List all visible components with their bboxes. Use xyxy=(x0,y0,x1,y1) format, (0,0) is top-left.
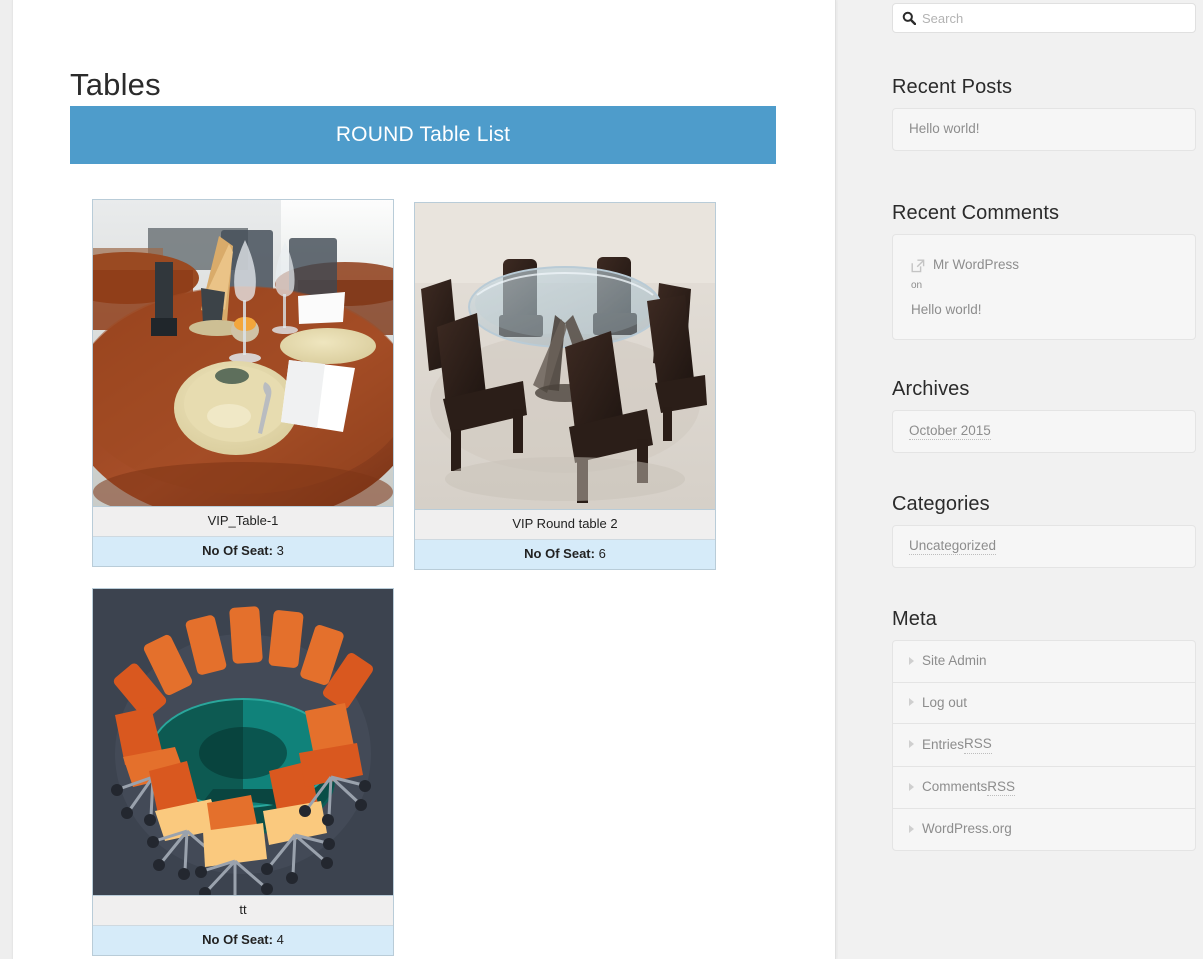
left-gutter xyxy=(0,0,12,959)
main-content-panel: Tables ROUND Table List VIP_Table-1 No O… xyxy=(12,0,836,959)
widget-recent-comments: Recent Comments Mr WordPress on Hello wo… xyxy=(892,201,1196,340)
meta-item-label: Comments xyxy=(922,779,988,795)
archives-item[interactable]: October 2015 xyxy=(893,411,1195,452)
recent-comment-on-label: on xyxy=(911,280,923,291)
recent-post-label: Hello world! xyxy=(909,121,980,136)
table-card-name: tt xyxy=(93,896,393,926)
meta-item-comments-rss[interactable]: Comments RSS xyxy=(893,765,1195,809)
triangle-bullet-icon xyxy=(909,824,914,833)
triangle-bullet-icon xyxy=(909,782,914,791)
recent-comment-item[interactable]: Mr WordPress xyxy=(911,257,1177,278)
recent-comment-author: Mr WordPress xyxy=(933,257,1020,272)
recent-post-item[interactable]: Hello world! xyxy=(893,109,1195,150)
round-table-list-header-label: ROUND Table List xyxy=(335,123,511,146)
table-card-seats-value: 4 xyxy=(276,931,284,947)
meta-item-entries-rss[interactable]: Entries RSS xyxy=(893,723,1195,766)
widget-title-recent-posts: Recent Posts xyxy=(892,76,1013,98)
search-widget[interactable] xyxy=(892,3,1196,33)
recent-comment-post-link[interactable]: Hello world! xyxy=(911,301,1177,319)
table-card[interactable]: VIP_Table-1 No Of Seat: 3 xyxy=(92,199,394,568)
triangle-bullet-icon xyxy=(909,698,914,707)
table-card-name: VIP Round table 2 xyxy=(415,510,715,540)
archives-link[interactable]: October 2015 xyxy=(909,423,991,440)
external-link-icon xyxy=(911,259,925,278)
recent-comments-list: Mr WordPress on Hello world! xyxy=(892,234,1196,340)
meta-item-label: Site Admin xyxy=(922,653,987,668)
widget-categories: Categories Uncategorized xyxy=(892,492,1196,568)
widget-title-meta: Meta xyxy=(892,608,937,630)
search-icon xyxy=(902,11,916,25)
page-root: Tables ROUND Table List VIP_Table-1 No O… xyxy=(0,0,1203,959)
meta-item-label: Log out xyxy=(922,694,968,710)
round-table-list-header: ROUND Table List xyxy=(70,106,776,164)
table-card-seats-value: 6 xyxy=(598,545,606,561)
table-card-name: VIP_Table-1 xyxy=(93,507,393,537)
categories-list: Uncategorized xyxy=(892,525,1196,568)
table-card-image-glass-round-table-with-chairs-render[interactable] xyxy=(415,203,715,510)
table-card-image-restaurant-table-setting-photo[interactable] xyxy=(93,200,393,507)
table-card-seats-label: No Of Seat: xyxy=(524,545,595,561)
table-card-image-isometric-conference-round-table-illustration[interactable] xyxy=(93,589,393,896)
meta-item-wordpress-org[interactable]: WordPress.org xyxy=(893,808,1195,850)
table-card[interactable]: tt No Of Seat: 4 xyxy=(92,588,394,957)
widget-title-categories: Categories xyxy=(892,493,990,515)
widget-recent-posts: Recent Posts Hello world! xyxy=(892,75,1196,151)
categories-item[interactable]: Uncategorized xyxy=(893,526,1195,567)
recent-posts-list: Hello world! xyxy=(892,108,1196,151)
table-card-seats: No Of Seat: 4 xyxy=(93,925,393,956)
widget-meta: Meta Site Admin Log out Entries RSS Comm… xyxy=(892,607,1196,851)
search-input[interactable] xyxy=(922,10,1186,26)
triangle-bullet-icon xyxy=(909,656,914,665)
meta-item-site-admin[interactable]: Site Admin xyxy=(893,641,1195,682)
table-card-seats: No Of Seat: 3 xyxy=(93,536,393,567)
meta-item-log-out[interactable]: Log out xyxy=(893,681,1195,724)
meta-item-label: Entries xyxy=(922,736,965,752)
widget-archives: Archives October 2015 xyxy=(892,377,1196,453)
sidebar: Recent Posts Hello world! Recent Comment… xyxy=(838,0,1203,959)
widget-title-archives: Archives xyxy=(892,378,970,400)
widget-title-recent-comments: Recent Comments xyxy=(892,202,1060,224)
triangle-bullet-icon xyxy=(909,740,914,749)
categories-link[interactable]: Uncategorized xyxy=(909,538,997,555)
table-card[interactable]: VIP Round table 2 No Of Seat: 6 xyxy=(414,202,716,571)
meta-list: Site Admin Log out Entries RSS Comments … xyxy=(892,640,1196,851)
table-card-seats-label: No Of Seat: xyxy=(202,542,273,558)
table-card-seats-label: No Of Seat: xyxy=(202,931,273,947)
meta-item-abbr: RSS xyxy=(964,735,992,754)
table-card-seats: No Of Seat: 6 xyxy=(415,539,715,570)
meta-item-abbr: RSS xyxy=(987,778,1016,797)
page-title: Tables xyxy=(70,66,161,102)
archives-list: October 2015 xyxy=(892,410,1196,453)
table-card-seats-value: 3 xyxy=(276,542,284,558)
meta-item-label: WordPress.org xyxy=(922,821,1012,837)
